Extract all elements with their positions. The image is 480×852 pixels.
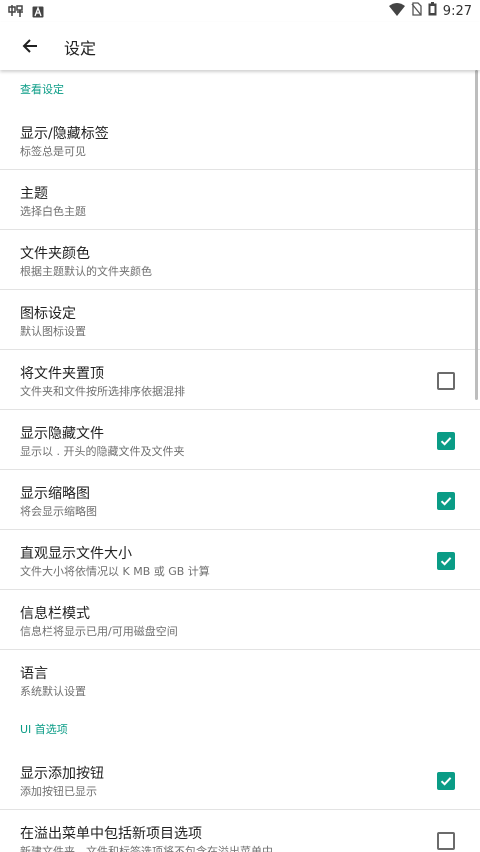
setting-title: 语言 <box>20 666 48 682</box>
checkmark-icon <box>440 557 452 566</box>
section-header-view: 查看设定 <box>20 83 64 96</box>
setting-subtitle: 显示以 . 开头的隐藏文件及文件夹 <box>20 445 185 458</box>
setting-show-hidden-files[interactable]: 显示隐藏文件 显示以 . 开头的隐藏文件及文件夹 <box>0 410 480 470</box>
show-thumbnails-checkbox[interactable] <box>437 492 455 510</box>
setting-overflow-new-item[interactable]: 在溢出菜单中包括新项目选项 新建文件夹、文件和标签选项将不包含在溢出菜单中 <box>0 810 480 852</box>
page-title: 设定 <box>64 39 97 58</box>
show-add-button-checkbox[interactable] <box>437 772 455 790</box>
back-button[interactable] <box>14 30 46 62</box>
setting-subtitle: 将会显示缩略图 <box>20 505 97 518</box>
setting-subtitle: 默认图标设置 <box>20 325 86 338</box>
human-readable-size-checkbox[interactable] <box>437 552 455 570</box>
settings-list: 查看设定 显示/隐藏标签 标签总是可见 主题 选择白色主题 文件夹颜色 根据主题… <box>0 70 480 852</box>
setting-show-thumbnails[interactable]: 显示缩略图 将会显示缩略图 <box>0 470 480 530</box>
setting-title: 直观显示文件大小 <box>20 546 132 562</box>
setting-folder-color[interactable]: 文件夹颜色 根据主题默认的文件夹颜色 <box>0 230 480 290</box>
app-bar: 设定 <box>0 22 480 70</box>
font-a-icon <box>32 3 44 22</box>
setting-language[interactable]: 语言 系统默认设置 <box>0 650 480 710</box>
setting-title: 在溢出菜单中包括新项目选项 <box>20 826 202 842</box>
setting-title: 将文件夹置顶 <box>20 366 104 382</box>
setting-title: 文件夹颜色 <box>20 246 90 262</box>
setting-show-hide-tabs[interactable]: 显示/隐藏标签 标签总是可见 <box>0 110 480 170</box>
clock: 9:27 <box>442 3 472 19</box>
folders-on-top-checkbox[interactable] <box>437 372 455 390</box>
setting-title: 显示/隐藏标签 <box>20 126 109 142</box>
scrollbar[interactable] <box>475 70 478 400</box>
setting-title: 信息栏模式 <box>20 606 90 622</box>
arrow-back-icon <box>22 39 37 53</box>
setting-subtitle: 标签总是可见 <box>20 145 86 158</box>
setting-title: 显示隐藏文件 <box>20 426 104 442</box>
setting-subtitle: 根据主题默认的文件夹颜色 <box>20 265 152 278</box>
setting-title: 图标设定 <box>20 306 76 322</box>
setting-title: 显示添加按钮 <box>20 766 104 782</box>
setting-human-readable-size[interactable]: 直观显示文件大小 文件大小将依情况以 K MB 或 GB 计算 <box>0 530 480 590</box>
setting-subtitle: 系统默认设置 <box>20 685 86 698</box>
setting-show-add-button[interactable]: 显示添加按钮 添加按钮已显示 <box>0 750 480 810</box>
setting-subtitle: 新建文件夹、文件和标签选项将不包含在溢出菜单中 <box>20 845 273 852</box>
section-header-ui: UI 首选项 <box>20 723 68 736</box>
setting-subtitle: 文件夹和文件按所选排序依据混排 <box>20 385 185 398</box>
setting-info-bar-mode[interactable]: 信息栏模式 信息栏将显示已用/可用磁盘空间 <box>0 590 480 650</box>
checkmark-icon <box>440 777 452 786</box>
setting-title: 显示缩略图 <box>20 486 90 502</box>
setting-subtitle: 文件大小将依情况以 K MB 或 GB 计算 <box>20 565 210 578</box>
wifi-icon <box>388 2 405 20</box>
app-notification-icon <box>8 3 24 22</box>
status-bar: 9:27 <box>0 0 480 22</box>
setting-subtitle: 选择白色主题 <box>20 205 86 218</box>
setting-folders-on-top[interactable]: 将文件夹置顶 文件夹和文件按所选排序依据混排 <box>0 350 480 410</box>
setting-subtitle: 信息栏将显示已用/可用磁盘空间 <box>20 625 178 638</box>
overflow-new-item-checkbox[interactable] <box>437 832 455 850</box>
show-hidden-files-checkbox[interactable] <box>437 432 455 450</box>
setting-icon[interactable]: 图标设定 默认图标设置 <box>0 290 480 350</box>
setting-theme[interactable]: 主题 选择白色主题 <box>0 170 480 230</box>
checkmark-icon <box>440 437 452 446</box>
battery-icon <box>428 2 437 20</box>
setting-title: 主题 <box>20 186 48 202</box>
checkmark-icon <box>440 497 452 506</box>
setting-subtitle: 添加按钮已显示 <box>20 785 97 798</box>
no-sim-icon <box>411 2 422 20</box>
